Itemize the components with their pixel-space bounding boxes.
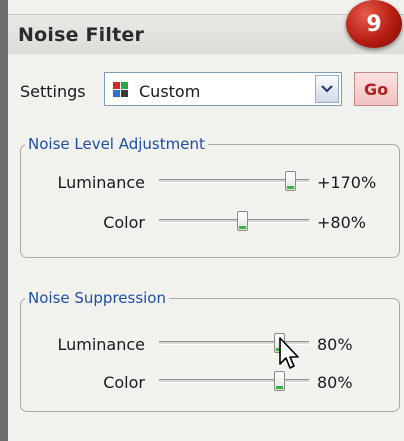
noise-level-color-slider[interactable] <box>159 211 309 231</box>
noise-level-color-thumb[interactable] <box>236 211 248 231</box>
go-button[interactable]: Go <box>354 72 398 106</box>
noise-level-luminance-label: Luminance <box>57 173 145 192</box>
custom-preset-icon <box>113 82 129 98</box>
noise-suppression-title: Noise Suppression <box>25 289 169 307</box>
settings-row: Settings Custom Go <box>8 66 404 110</box>
panel-title: Noise Filter <box>18 24 145 46</box>
noise-suppression-color-slider[interactable] <box>159 371 309 391</box>
left-edge-rule <box>0 0 8 441</box>
settings-select[interactable]: Custom <box>104 72 342 106</box>
mouse-pointer-icon <box>279 337 299 369</box>
settings-select-value: Custom <box>139 82 201 101</box>
noise-suppression-color-value: 80% <box>317 373 353 392</box>
noise-suppression-group: Noise Suppression Luminance 80% Color 80… <box>20 289 401 412</box>
noise-level-luminance-row: Luminance +170% <box>21 167 401 197</box>
noise-level-group: Noise Level Adjustment Luminance +170% C… <box>20 135 401 258</box>
noise-level-color-row: Color +80% <box>21 207 401 237</box>
noise-level-color-value: +80% <box>317 213 366 232</box>
panel-header: Noise Filter <box>8 14 404 54</box>
noise-suppression-color-row: Color 80% <box>21 367 401 397</box>
noise-suppression-color-thumb[interactable] <box>274 371 285 391</box>
noise-level-color-label: Color <box>103 213 145 232</box>
noise-level-luminance-slider[interactable] <box>159 171 309 191</box>
noise-suppression-luminance-row: Luminance 80% <box>21 329 401 359</box>
noise-level-luminance-thumb[interactable] <box>284 171 296 191</box>
noise-suppression-color-label: Color <box>103 373 145 392</box>
settings-label: Settings <box>20 82 86 101</box>
noise-level-luminance-value: +170% <box>317 173 377 192</box>
noise-suppression-luminance-label: Luminance <box>57 335 145 354</box>
noise-level-title: Noise Level Adjustment <box>25 135 208 153</box>
noise-suppression-luminance-value: 80% <box>317 335 353 354</box>
step-number-badge: 9 <box>346 0 402 48</box>
noise-filter-panel: Noise Filter 9 Settings Custom Go Noise … <box>8 0 404 441</box>
chevron-down-icon[interactable] <box>315 75 339 103</box>
